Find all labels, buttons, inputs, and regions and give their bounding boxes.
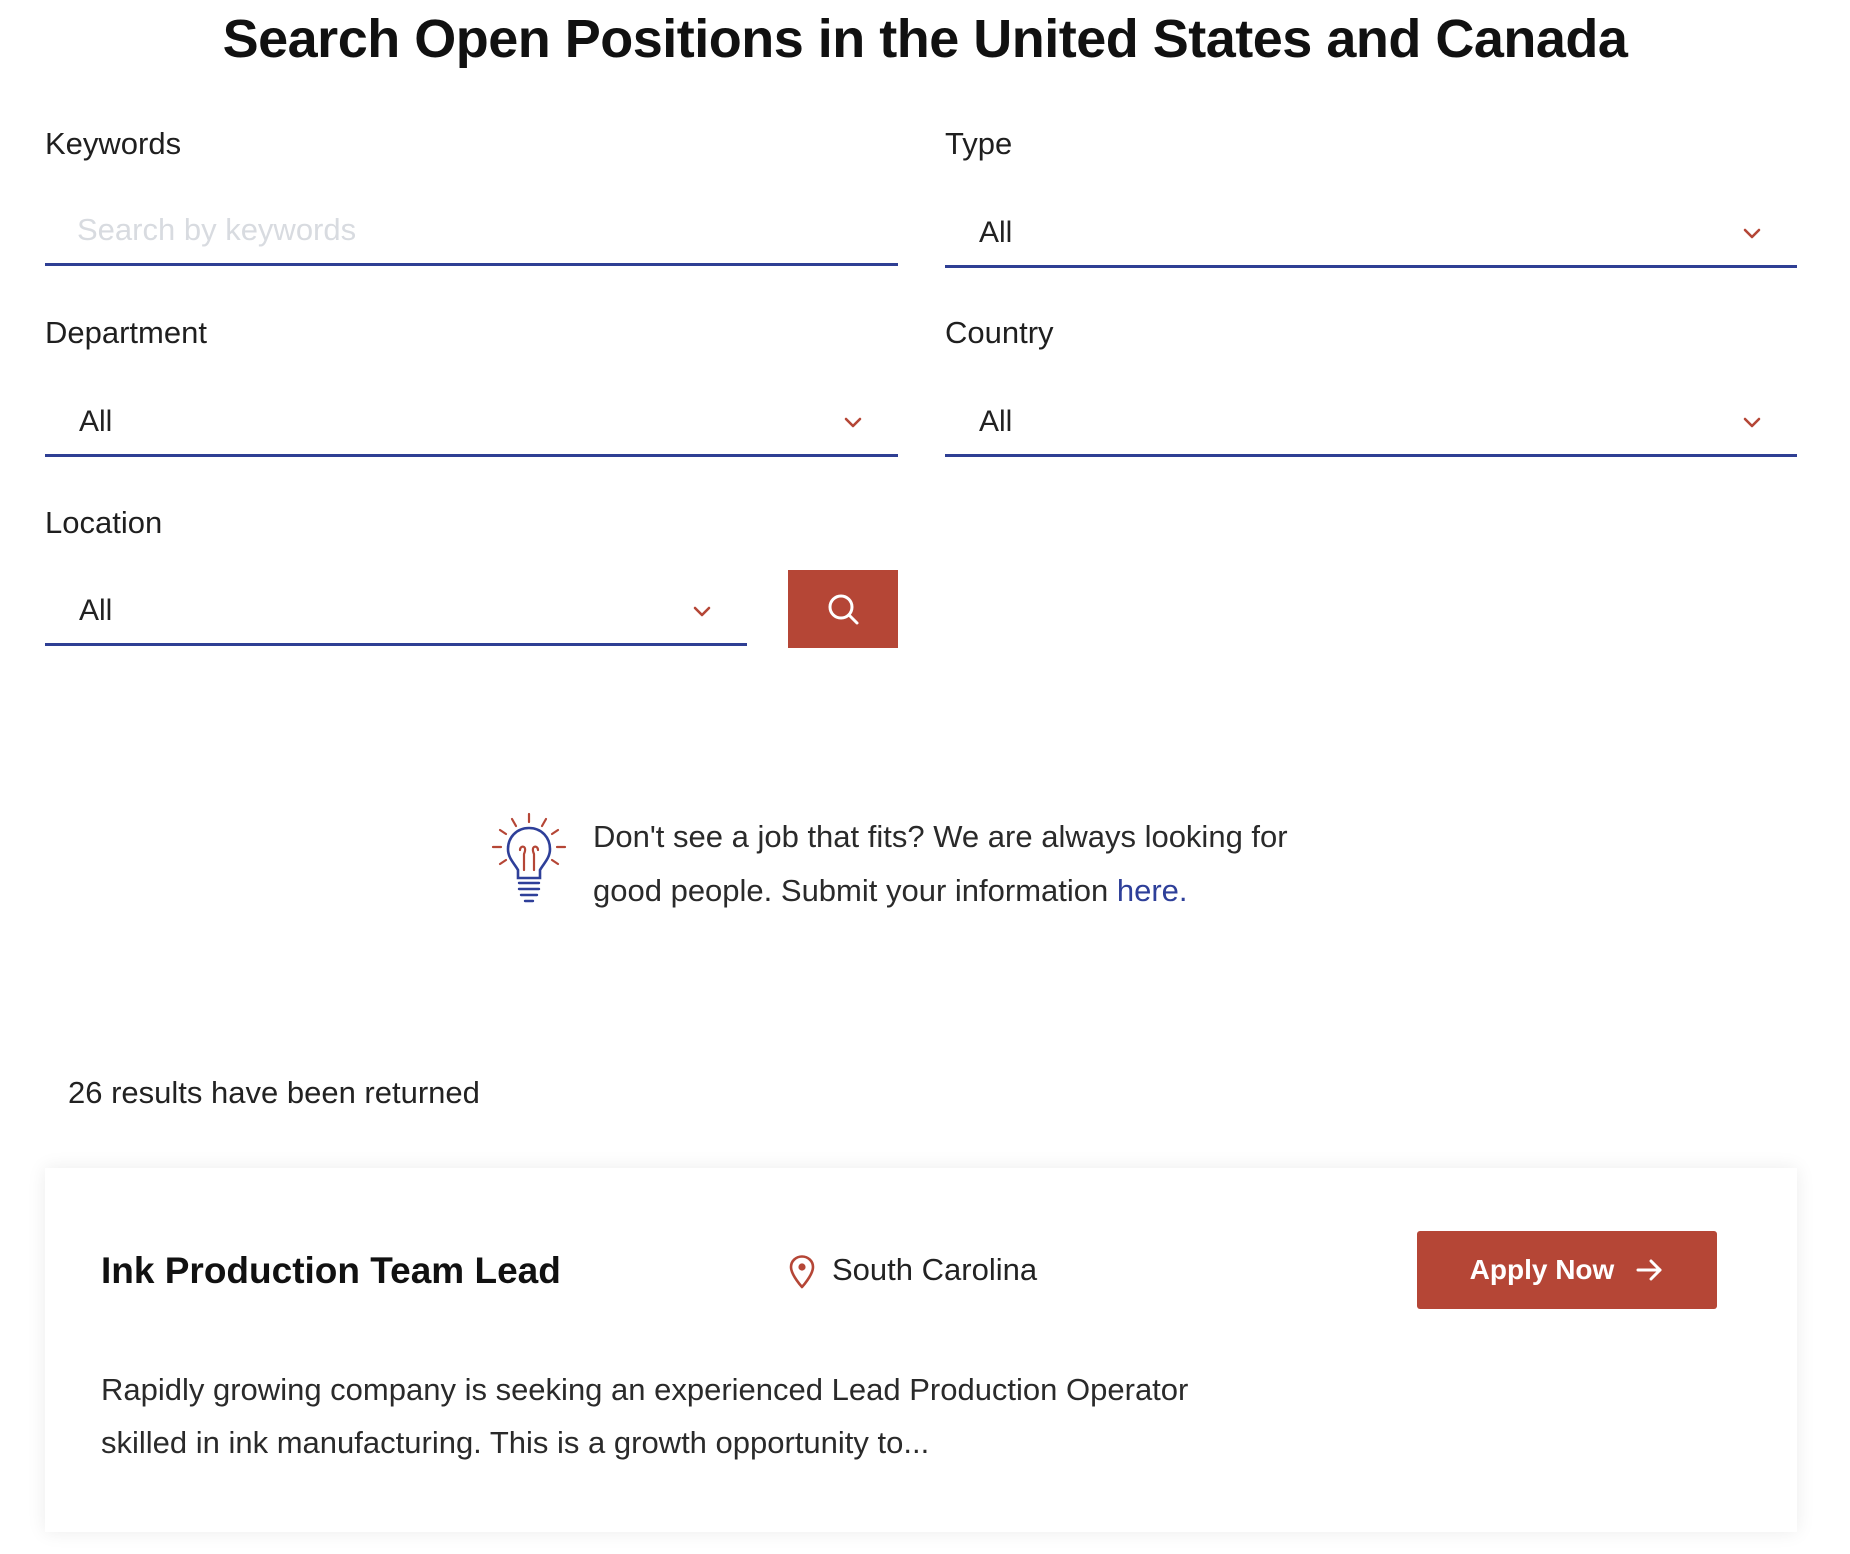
job-description: Rapidly growing company is seeking an ex… bbox=[101, 1372, 1189, 1460]
chevron-down-icon bbox=[1743, 417, 1761, 428]
keywords-placeholder: Search by keywords bbox=[77, 212, 357, 247]
department-select[interactable]: All bbox=[45, 397, 898, 457]
country-select[interactable]: All bbox=[945, 397, 1797, 457]
type-select-value: All bbox=[979, 216, 1013, 249]
page-title: Search Open Positions in the United Stat… bbox=[222, 9, 1628, 69]
type-select[interactable]: All bbox=[945, 208, 1797, 268]
chevron-down-icon bbox=[693, 606, 711, 617]
keywords-label: Keywords bbox=[45, 126, 182, 161]
country-select-value: All bbox=[979, 405, 1013, 438]
submit-info-link[interactable]: here. bbox=[1117, 873, 1188, 908]
job-title[interactable]: Ink Production Team Lead bbox=[101, 1250, 561, 1292]
apply-now-button[interactable]: Apply Now bbox=[1417, 1231, 1717, 1309]
job-location: South Carolina bbox=[832, 1252, 1038, 1287]
page: Search Open Positions in the United Stat… bbox=[0, 0, 1850, 1554]
location-pin-icon bbox=[789, 1255, 815, 1289]
search-icon bbox=[828, 594, 859, 625]
job-card: Ink Production Team Lead South Carolina … bbox=[45, 1168, 1797, 1532]
location-select-value: All bbox=[79, 594, 113, 627]
arrow-right-icon bbox=[1636, 1259, 1662, 1281]
location-label: Location bbox=[45, 505, 163, 540]
search-button[interactable] bbox=[788, 570, 898, 648]
tip-message: Don't see a job that fits? We are always… bbox=[593, 810, 1353, 918]
keywords-input[interactable]: Search by keywords bbox=[45, 206, 898, 266]
results-count: 26 results have been returned bbox=[68, 1075, 480, 1110]
chevron-down-icon bbox=[1743, 228, 1761, 239]
country-label: Country bbox=[945, 315, 1054, 350]
apply-now-label: Apply Now bbox=[1469, 1254, 1615, 1285]
type-label: Type bbox=[945, 126, 1013, 161]
department-label: Department bbox=[45, 315, 207, 350]
department-select-value: All bbox=[79, 405, 113, 438]
chevron-down-icon bbox=[844, 417, 862, 428]
lightbulb-icon bbox=[491, 812, 567, 903]
location-select[interactable]: All bbox=[45, 586, 747, 646]
